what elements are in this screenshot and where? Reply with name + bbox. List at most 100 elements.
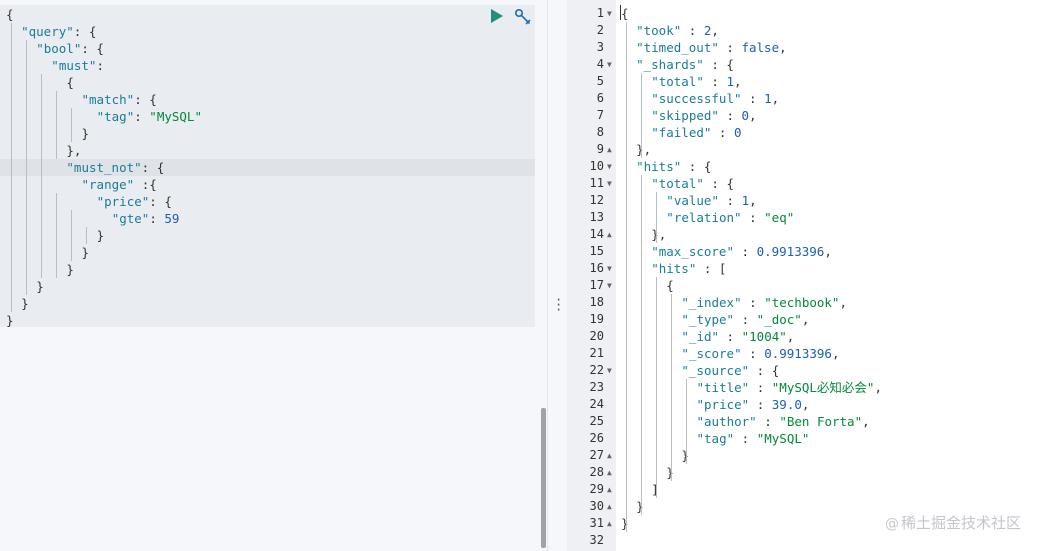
response-line-text: "title" : "MySQL必知必会", <box>696 380 883 395</box>
line-number: 19 <box>589 312 604 326</box>
fold-expand-icon[interactable]: ▲ <box>607 515 615 532</box>
fold-collapse-icon[interactable]: ▼ <box>607 260 615 277</box>
indent-guide <box>25 40 27 295</box>
settings-button[interactable] <box>514 8 531 25</box>
query-editor-pane[interactable]: {"query": {"bool": {"must": {"match": {"t… <box>0 0 547 551</box>
fold-expand-icon[interactable]: ▲ <box>607 447 615 464</box>
query-line-text: }, <box>66 143 82 158</box>
fold-expand-icon[interactable]: ▲ <box>607 481 615 498</box>
query-line-text: "match": { <box>81 92 157 107</box>
indent-guide <box>685 379 687 464</box>
query-line-text: "must_not": { <box>66 160 165 175</box>
query-line-text: } <box>81 245 90 260</box>
line-number: 5 <box>596 74 604 88</box>
response-line-text: "value" : 1, <box>666 193 757 208</box>
query-line[interactable]: } <box>0 244 535 261</box>
response-line-text: "failed" : 0 <box>651 125 742 140</box>
response-line-text: "successful" : 1, <box>651 91 780 106</box>
query-line[interactable]: "tag": "MySQL" <box>0 108 535 125</box>
query-line-text: "bool": { <box>36 41 104 56</box>
editor-scrollbar[interactable] <box>541 408 546 548</box>
query-line[interactable]: "gte": 59 <box>0 210 535 227</box>
indent-guide <box>86 227 88 244</box>
line-number: 3 <box>596 40 604 54</box>
query-line[interactable]: } <box>0 312 535 329</box>
query-line[interactable]: "must": <box>0 57 535 74</box>
response-line-text: { <box>621 6 629 21</box>
line-number: 24 <box>589 397 604 411</box>
fold-collapse-icon[interactable]: ▼ <box>607 362 615 379</box>
fold-collapse-icon[interactable]: ▼ <box>607 277 615 294</box>
query-editor[interactable]: {"query": {"bool": {"must": {"match": {"t… <box>0 5 535 329</box>
response-viewer[interactable]: {"took" : 2, "timed_out" : false, "_shards… <box>616 0 1039 551</box>
run-request-button[interactable] <box>489 8 504 24</box>
query-line-text: "range" :{ <box>81 177 157 192</box>
query-line-text: "gte": 59 <box>111 211 180 226</box>
query-line[interactable]: } <box>0 295 535 312</box>
response-line-text: "_source" : { <box>681 363 780 378</box>
response-line-text: }, <box>636 142 652 157</box>
query-line-text: } <box>81 126 90 141</box>
response-line-text: }, <box>651 227 667 242</box>
fold-collapse-icon[interactable]: ▼ <box>607 5 615 22</box>
query-line[interactable]: { <box>0 74 535 91</box>
indent-guide <box>10 23 12 312</box>
response-line-text: "skipped" : 0, <box>651 108 757 123</box>
line-number: 14 <box>589 227 604 241</box>
indent-guide <box>55 91 57 159</box>
fold-expand-icon[interactable]: ▲ <box>607 226 615 243</box>
fold-collapse-icon[interactable]: ▼ <box>607 175 615 192</box>
query-line-text: } <box>96 228 105 243</box>
line-number: 29 <box>589 482 604 496</box>
response-line-text: "_index" : "techbook", <box>681 295 847 310</box>
watermark-text: 稀土掘金技术社区 <box>900 514 1021 532</box>
line-number: 25 <box>589 414 604 428</box>
query-line[interactable]: "query": { <box>0 23 535 40</box>
query-line[interactable]: { <box>0 6 535 23</box>
line-number: 18 <box>589 295 604 309</box>
response-line-text: "max_score" : 0.9913396, <box>651 244 832 259</box>
query-line[interactable]: "match": { <box>0 91 535 108</box>
query-line[interactable]: } <box>0 278 535 295</box>
query-line[interactable]: "price": { <box>0 193 535 210</box>
query-line-text: { <box>66 75 74 90</box>
response-line-text: "total" : { <box>651 176 734 191</box>
line-number: 2 <box>596 23 604 37</box>
line-number: 17 <box>589 278 604 292</box>
query-line[interactable]: }, <box>0 142 535 159</box>
query-line-text: "must": <box>51 58 104 73</box>
fold-expand-icon[interactable]: ▲ <box>607 141 615 158</box>
indent-guide <box>625 22 627 532</box>
query-line[interactable]: "range" :{ <box>0 176 535 193</box>
line-number: 20 <box>589 329 604 343</box>
indent-guide <box>55 193 57 278</box>
indent-guide <box>70 108 72 142</box>
response-line-text: "hits" : { <box>636 159 712 174</box>
line-number: 15 <box>589 244 604 258</box>
query-line[interactable]: "bool": { <box>0 40 535 57</box>
line-number: 16 <box>589 261 604 275</box>
response-line-text: "price" : 39.0, <box>696 397 810 412</box>
line-number: 32 <box>589 533 604 547</box>
line-number: 11 <box>589 176 604 190</box>
line-number: 4 <box>596 57 604 71</box>
watermark: @ 稀土掘金技术社区 <box>885 512 1021 533</box>
query-line[interactable]: } <box>0 227 535 244</box>
pane-resizer[interactable]: · · · <box>547 0 568 551</box>
query-line[interactable]: "must_not": { <box>0 159 535 176</box>
response-line-text: "_id" : "1004", <box>681 329 795 344</box>
query-line[interactable]: } <box>0 125 535 142</box>
response-line-text: { <box>666 278 674 293</box>
fold-collapse-icon[interactable]: ▼ <box>607 56 615 73</box>
fold-collapse-icon[interactable]: ▼ <box>607 158 615 175</box>
query-line[interactable]: } <box>0 261 535 278</box>
drag-handle-icon[interactable]: · · · <box>555 294 562 316</box>
response-line-text: "_shards" : { <box>636 57 734 72</box>
response-line-text: "author" : "Ben Forta", <box>696 414 870 429</box>
query-line-text: { <box>6 7 14 22</box>
fold-expand-icon[interactable]: ▲ <box>607 498 615 515</box>
query-line-text: "tag": "MySQL" <box>96 109 202 124</box>
fold-expand-icon[interactable]: ▲ <box>607 464 615 481</box>
line-number: 30 <box>589 499 604 513</box>
line-number: 23 <box>589 380 604 394</box>
